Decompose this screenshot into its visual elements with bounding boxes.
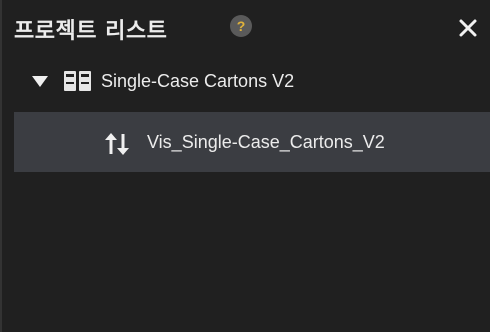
project-list-panel: 프로젝트 리스트 ? Single-Case Cartons V2 Vis_Si… — [0, 0, 490, 332]
panel-title: 프로젝트 리스트 — [14, 19, 168, 44]
vis-label: Vis_Single-Case_Cartons_V2 — [147, 132, 385, 152]
tree-item-project[interactable]: Single-Case Cartons V2 — [0, 62, 490, 102]
close-icon[interactable] — [458, 18, 478, 38]
project-binder-icon — [64, 71, 91, 91]
expand-caret-icon[interactable] — [32, 76, 48, 87]
up-down-arrows-icon — [105, 133, 129, 155]
project-label: Single-Case Cartons V2 — [101, 71, 295, 91]
panel-header: 프로젝트 리스트 ? — [0, 0, 490, 54]
help-icon[interactable]: ? — [230, 15, 252, 37]
tree-empty-area — [2, 172, 490, 332]
tree-item-vis[interactable]: Vis_Single-Case_Cartons_V2 — [14, 112, 490, 172]
